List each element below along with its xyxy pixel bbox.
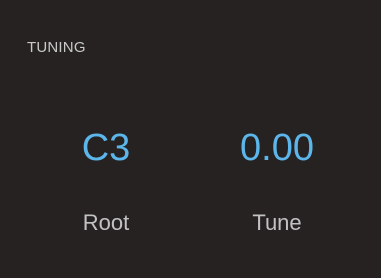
tune-value[interactable]: 0.00	[207, 126, 347, 170]
root-label: Root	[82, 210, 130, 235]
tune-label: Tune	[252, 210, 302, 235]
root-value[interactable]: C3	[36, 126, 176, 170]
panel-title: TUNING	[27, 39, 86, 56]
tuning-panel: TUNING C3 Root 0.00 Tune	[0, 0, 381, 278]
